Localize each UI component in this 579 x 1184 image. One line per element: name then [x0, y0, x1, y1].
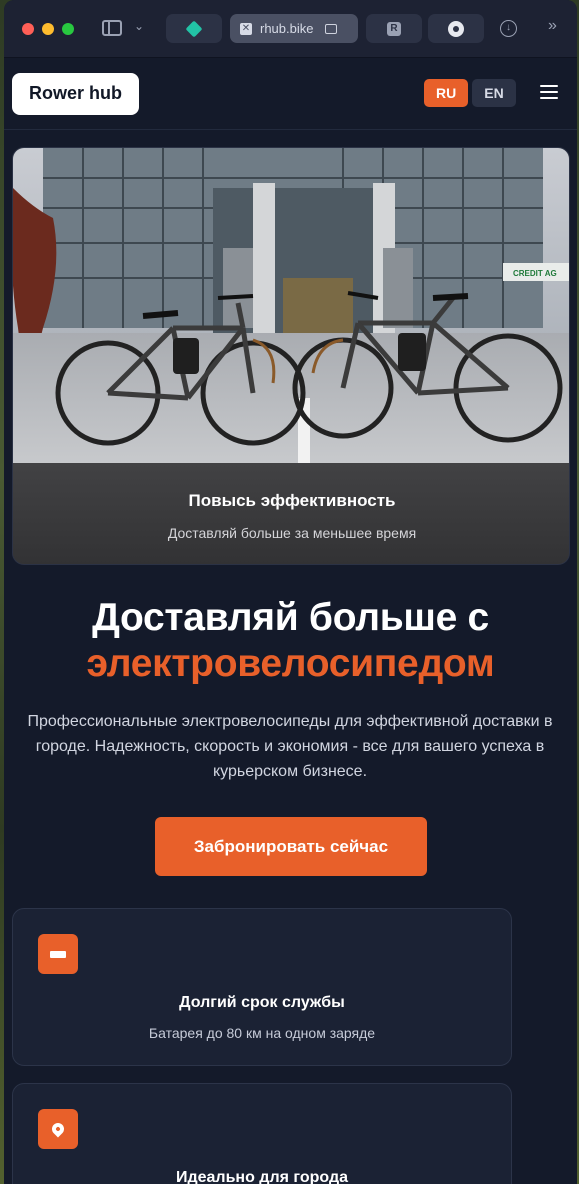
browser-toolbar: ⌄ ✕ rhub.bike R ↓ »	[4, 0, 577, 58]
feature-card: Идеально для города	[12, 1083, 512, 1184]
feature-card: Долгий срок службы Батарея до 80 км на о…	[12, 908, 512, 1066]
map-pin-icon	[38, 1109, 78, 1149]
hero-card: CREDIT AG Повысь эффективность Доставляй…	[12, 147, 570, 565]
more-tabs-icon[interactable]: »	[548, 17, 557, 35]
diamond-icon	[185, 20, 203, 37]
browser-window: ⌄ ✕ rhub.bike R ↓ » Rower hub RU EN CRED…	[4, 0, 577, 1184]
lang-en-button[interactable]: EN	[472, 79, 516, 107]
sidebar-toggle-icon[interactable]	[102, 20, 122, 36]
main-headline: Доставляй больше с электровелосипедом	[4, 595, 577, 687]
close-window-button[interactable]	[22, 22, 34, 35]
site-logo[interactable]: Rower hub	[12, 72, 139, 115]
hero-caption-title: Повысь эффективность	[188, 491, 396, 510]
site-header: Rower hub RU EN	[4, 58, 577, 130]
lang-ru-button[interactable]: RU	[424, 79, 469, 107]
feature-description: Батарея до 80 км на одном заряде	[148, 1025, 376, 1041]
github-icon	[448, 20, 464, 37]
storefront-sign: CREDIT AG	[513, 269, 557, 278]
zoom-window-button[interactable]	[62, 22, 74, 35]
close-tab-icon[interactable]: ✕	[240, 22, 252, 35]
hero-caption-subtitle: Доставляй больше за меньшее время	[167, 525, 417, 541]
battery-icon	[38, 934, 78, 974]
hero-caption: Повысь эффективность Доставляй больше за…	[13, 463, 569, 564]
window-controls	[22, 22, 74, 35]
r-app-icon: R	[387, 21, 401, 36]
book-now-button[interactable]: Забронировать сейчас	[155, 817, 427, 876]
feature-title: Идеально для города	[175, 1169, 349, 1184]
tab-active[interactable]: ✕ rhub.bike	[230, 14, 358, 43]
tab-pinned-r[interactable]: R	[366, 14, 422, 43]
download-icon[interactable]: ↓	[500, 20, 517, 37]
feature-title: Долгий срок службы	[179, 994, 345, 1011]
active-tab-label: rhub.bike	[260, 21, 314, 36]
chevron-down-icon[interactable]: ⌄	[134, 19, 144, 33]
lead-paragraph: Профессиональные электровелосипеды для э…	[27, 713, 553, 780]
headline-line-2: электровелосипедом	[86, 642, 495, 685]
reader-mode-icon[interactable]	[325, 23, 338, 34]
tab-pinned-1[interactable]	[166, 14, 222, 43]
minimize-window-button[interactable]	[42, 22, 54, 35]
web-page: Rower hub RU EN CREDIT AG Повысь эффекти…	[4, 58, 577, 1184]
tab-pinned-github[interactable]	[428, 14, 484, 43]
language-switcher: RU EN	[424, 79, 516, 107]
hero-bikes-image: CREDIT AG	[13, 148, 569, 463]
headline-line-1: Доставляй больше с	[92, 596, 489, 639]
hamburger-menu-icon[interactable]	[540, 85, 558, 99]
